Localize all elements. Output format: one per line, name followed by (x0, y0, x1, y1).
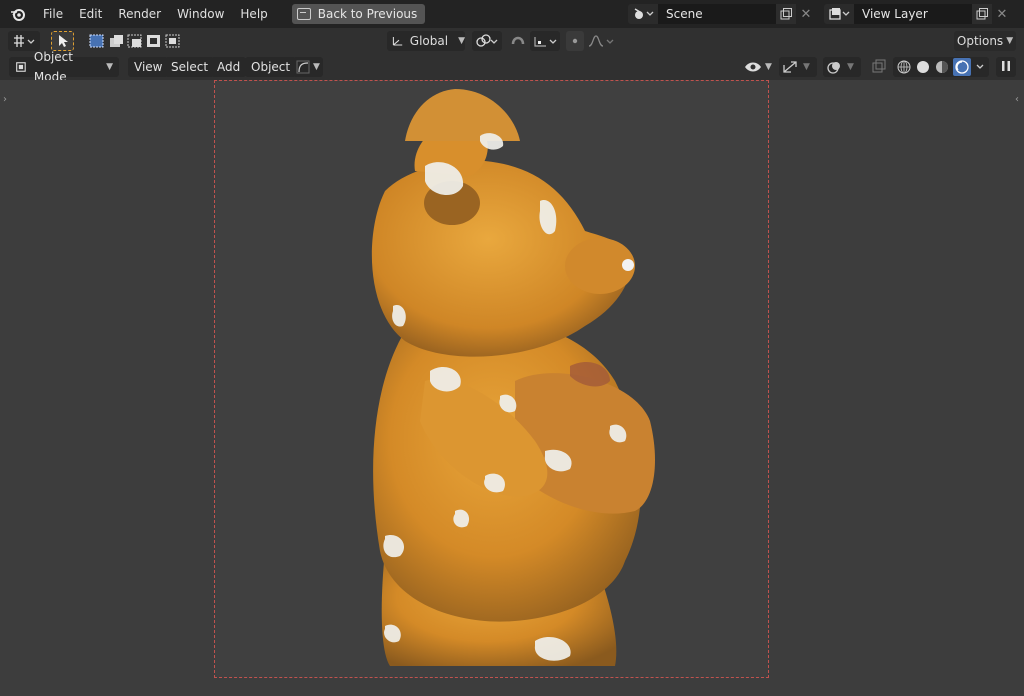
menu-render[interactable]: Render (110, 3, 169, 25)
new-view-layer-button[interactable] (972, 4, 992, 24)
chevron-down-icon[interactable] (976, 64, 984, 69)
curve-edit-icon (296, 60, 310, 74)
grid-transform-icon (14, 35, 35, 47)
delete-view-layer-button[interactable]: ✕ (992, 4, 1012, 24)
delete-scene-button[interactable]: ✕ (796, 4, 816, 24)
menu-file[interactable]: File (35, 3, 71, 25)
eye-icon (745, 62, 761, 72)
select-menu[interactable]: Select (165, 57, 215, 77)
view-layer-icon (829, 8, 850, 20)
chevron-down-icon: ▼ (803, 62, 810, 72)
back-to-previous-label: Back to Previous (317, 7, 418, 21)
pivot-link-icon (476, 34, 498, 47)
blender-logo-icon[interactable] (7, 3, 29, 25)
chevron-down-icon: ▼ (765, 62, 772, 72)
material-shading-icon[interactable] (936, 61, 948, 73)
options-dropdown[interactable]: Options ▼ (954, 31, 1016, 51)
magnet-icon (511, 36, 525, 45)
view-menu[interactable]: View (128, 57, 169, 77)
snap-increment-icon (534, 37, 557, 47)
scene-selector: Scene ✕ View Layer ✕ (628, 4, 1012, 24)
teddy-bear-model[interactable] (215, 81, 768, 677)
view-layer-browse-button[interactable] (824, 4, 854, 24)
overlays-dropdown[interactable]: ▼ (823, 57, 861, 77)
menu-help[interactable]: Help (232, 3, 275, 25)
back-icon (296, 8, 311, 20)
menu-window[interactable]: Window (169, 3, 232, 25)
cursor-arrow-icon (58, 35, 68, 47)
view-layer-name-field[interactable]: View Layer (854, 4, 972, 24)
object-mode-icon (16, 62, 26, 72)
xray-toggle[interactable] (869, 57, 889, 77)
select-invert-icon[interactable] (147, 35, 160, 47)
duplicate-icon (976, 8, 988, 20)
camera-frame (214, 80, 769, 678)
scene-icon (634, 8, 654, 19)
solid-shading-icon[interactable] (917, 61, 929, 73)
top-menu-bar: File Edit Render Window Help Back to Pre… (0, 0, 1024, 28)
selection-mode-group (88, 31, 184, 51)
chevron-down-icon: ▼ (1006, 36, 1014, 46)
chevron-down-icon: ▼ (847, 62, 854, 72)
gizmo-dropdown[interactable]: ▼ (779, 57, 817, 77)
visibility-dropdown[interactable]: ▼ (742, 57, 774, 77)
chevron-down-icon: ▼ (313, 62, 320, 72)
proportional-falloff-dropdown[interactable] (586, 31, 616, 51)
xray-icon (872, 59, 886, 73)
snap-toggle[interactable] (508, 31, 528, 51)
proportional-editing-toggle[interactable] (566, 31, 584, 51)
select-new-icon[interactable] (89, 34, 104, 48)
chevron-down-icon: ▼ (458, 36, 465, 46)
duplicate-icon (780, 8, 792, 20)
select-extend-icon[interactable] (110, 35, 123, 47)
shading-mode-group (893, 57, 989, 77)
object-gizmo-dropdown[interactable]: ▼ (293, 57, 323, 77)
add-menu[interactable]: Add (211, 57, 247, 77)
object-menu[interactable]: Object (245, 57, 297, 77)
proportional-dot-icon (572, 38, 578, 44)
viewport-header: Object Mode ▼ View Select Add Object ▼ ▼… (0, 50, 1024, 84)
orientation-axes-icon (392, 37, 403, 46)
transform-orientation-label: Global (409, 34, 449, 48)
select-subtract-icon[interactable] (127, 34, 142, 48)
sidebar-expand-arrow-icon[interactable]: ‹ (1015, 94, 1019, 105)
scene-name-field[interactable]: Scene (658, 4, 776, 24)
pause-icon (1002, 61, 1010, 71)
snap-target-dropdown[interactable] (530, 31, 560, 51)
overlays-icon (827, 62, 840, 74)
new-scene-button[interactable] (776, 4, 796, 24)
tool-settings-bar: Global ▼ Options ▼ (0, 28, 1024, 54)
back-to-previous-button[interactable]: Back to Previous (291, 4, 426, 24)
chevron-down-icon: ▼ (106, 62, 113, 72)
select-intersect-icon[interactable] (165, 34, 180, 48)
falloff-curve-icon (588, 35, 614, 47)
wireframe-shading-icon[interactable] (897, 60, 911, 74)
3d-viewport[interactable]: › ‹ (0, 80, 1024, 696)
pause-render-button[interactable] (996, 57, 1016, 77)
pivot-point-dropdown[interactable] (472, 31, 502, 51)
object-mode-dropdown[interactable]: Object Mode ▼ (9, 50, 119, 84)
transform-orientation-dropdown[interactable]: Global ▼ (387, 31, 465, 51)
toolbar-expand-arrow-icon[interactable]: › (3, 94, 7, 105)
menu-edit[interactable]: Edit (71, 3, 110, 25)
scene-browse-button[interactable] (628, 4, 658, 24)
gizmo-arrows-icon (783, 61, 797, 73)
options-label: Options (956, 34, 1004, 48)
